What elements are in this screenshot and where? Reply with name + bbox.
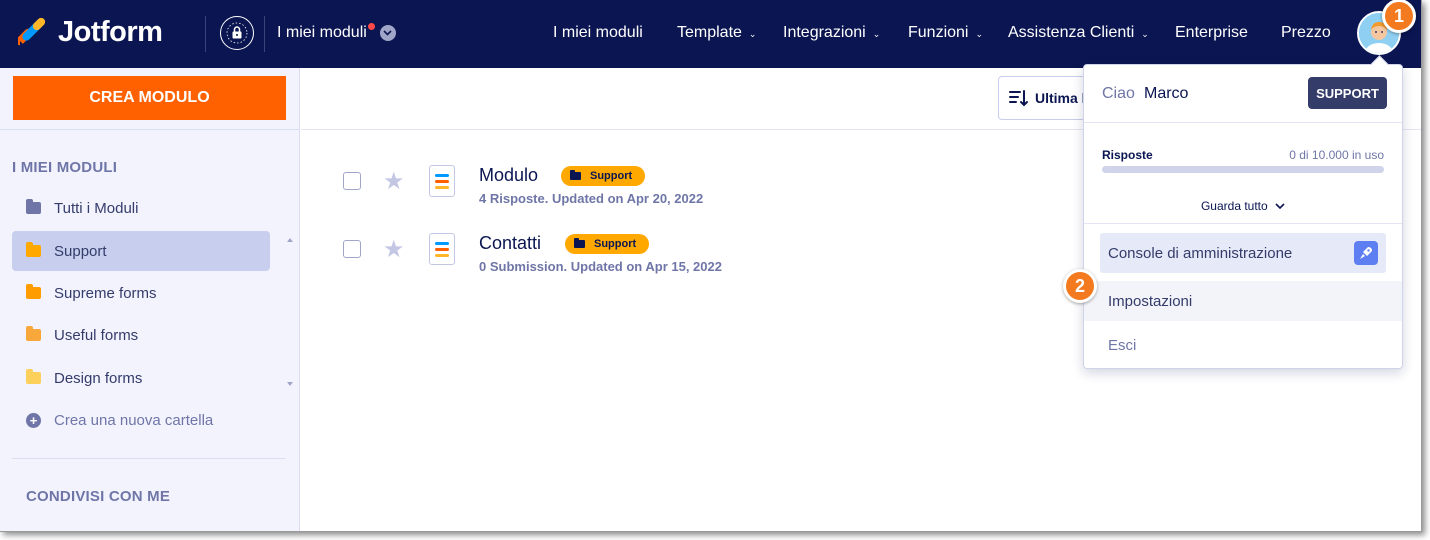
star-icon[interactable]: ★ [383,235,405,264]
nav-features[interactable]: Funzioni ⌄ [908,24,983,42]
form-meta: 4 Risposte. Updated on Apr 20, 2022 [479,191,704,206]
step-badge-1: 1 [1382,0,1416,33]
greeting: Ciao [1102,85,1135,102]
sidebar-item-label: Supreme forms [54,284,157,302]
nav-label: Enterprise [1175,24,1248,41]
divider [1084,223,1402,224]
folder-tag[interactable]: Support [565,234,650,254]
form-checkbox[interactable] [343,172,361,190]
form-icon [429,165,455,197]
sidebar-item-label: Tutti i Moduli [54,199,139,217]
form-title[interactable]: Modulo [479,165,538,186]
nav-support[interactable]: Assistenza Clienti ⌄ [1008,24,1149,42]
nav-my-forms[interactable]: I miei moduli [553,24,643,42]
view-all-label: Guarda tutto [1200,199,1268,213]
create-folder-label: Crea una nuova cartella [54,411,214,429]
create-folder-button[interactable]: + Crea una nuova cartella [12,400,270,440]
folder-icon [570,170,581,180]
folder-icon [26,326,41,341]
menu-item-label: Console di amministrazione [1108,244,1293,262]
menu-item-admin-console[interactable]: Console di amministrazione [1100,233,1386,273]
sidebar-item-label: Design forms [54,369,143,387]
step-badge-2: 2 [1063,269,1097,303]
nav-label: I miei moduli [553,24,643,41]
divider [0,129,300,130]
usage-text: 0 di 10.000 in uso [1289,148,1384,162]
tag-label: Support [594,238,637,250]
jotform-logo-icon [18,17,46,48]
form-row[interactable]: ★ Modulo Support 4 Risposte. Updated on … [343,165,1043,215]
sort-icon [1009,90,1028,107]
workspace-switcher[interactable]: I miei moduli [277,22,396,42]
account-dropdown: Ciao Marco SUPPORT Risposte 0 di 10.000 … [1083,64,1403,369]
sidebar: CREA MODULO I MIEI MODULI Tutti i Moduli… [0,68,300,531]
caret-down-icon: ⌄ [1141,28,1149,39]
menu-item-label: Esci [1108,336,1137,354]
folder-icon [26,199,41,214]
sidebar-item-useful-forms[interactable]: Useful forms [12,315,270,355]
menu-item-logout[interactable]: Esci [1100,325,1386,365]
form-checkbox[interactable] [343,240,361,258]
folder-tag[interactable]: Support [561,166,646,186]
workspace-label: I miei moduli [277,24,367,41]
sidebar-item-supreme-forms[interactable]: Supreme forms [12,273,270,313]
jotform-logo[interactable]: Jotform [18,16,163,49]
form-title[interactable]: Contatti [479,233,541,254]
usage-label: Risposte [1102,148,1153,162]
menu-item-settings[interactable]: Impostazioni [1084,281,1402,321]
lock-shield-icon[interactable] [220,16,254,50]
nav-enterprise[interactable]: Enterprise [1175,24,1248,42]
rocket-icon [1354,241,1378,265]
nav-label: Template [677,24,742,41]
folder-icon [574,238,585,248]
folder-icon [26,369,41,384]
create-form-button[interactable]: CREA MODULO [13,76,286,120]
caret-down-icon: ⌄ [975,28,984,39]
view-all-link[interactable]: Guarda tutto [1084,199,1402,213]
sidebar-item-support[interactable]: Support [12,231,270,271]
divider [264,16,265,52]
folder-icon [26,242,41,257]
sidebar-item-label: Useful forms [54,326,139,344]
star-icon[interactable]: ★ [383,167,405,196]
user-name: Marco [1144,85,1189,102]
lock-icon [226,22,248,44]
nav-integrations[interactable]: Integrazioni ⌄ [783,24,880,42]
nav-pricing[interactable]: Prezzo [1281,24,1331,42]
chevron-down-icon [379,25,396,41]
section-heading-my-forms: I MIEI MODULI [12,159,118,176]
divider [205,16,206,52]
sidebar-item-design-forms[interactable]: Design forms [12,358,270,398]
nav-label: Funzioni [908,24,969,41]
form-row[interactable]: ★ Contatti Support 0 Submission. Updated… [343,233,1043,283]
nav-label: Integrazioni [783,24,866,41]
usage-progress-bar [1102,166,1384,173]
tag-label: Support [590,170,633,182]
nav-label: Assistenza Clienti [1008,24,1135,41]
folder-icon [26,284,41,299]
section-heading-shared: CONDIVISI CON ME [26,488,171,505]
divider [1084,122,1402,123]
plan-badge: SUPPORT [1308,77,1387,109]
top-navigation-bar: Jotform I miei moduli I miei moduli Temp… [0,0,1421,68]
caret-down-icon: ⌄ [748,28,757,39]
sort-label: Ultima l [1035,90,1086,106]
sidebar-scrollbar[interactable] [284,232,296,392]
nav-label: Prezzo [1281,24,1331,41]
notification-dot [367,22,375,30]
menu-item-label: Impostazioni [1108,292,1193,310]
nav-templates[interactable]: Template ⌄ [677,24,756,42]
form-icon [429,233,455,265]
plus-icon: + [26,412,41,428]
chevron-down-icon [1275,203,1285,210]
scrollbar-arrows-icon [287,238,293,386]
caret-down-icon: ⌄ [872,28,881,39]
divider [12,458,286,459]
logo-text: Jotform [58,16,163,48]
form-meta: 0 Submission. Updated on Apr 15, 2022 [479,259,722,274]
sidebar-item-all-forms[interactable]: Tutti i Moduli [12,188,270,228]
app-window: Jotform I miei moduli I miei moduli Temp… [0,0,1422,532]
sidebar-item-label: Support [54,242,107,260]
